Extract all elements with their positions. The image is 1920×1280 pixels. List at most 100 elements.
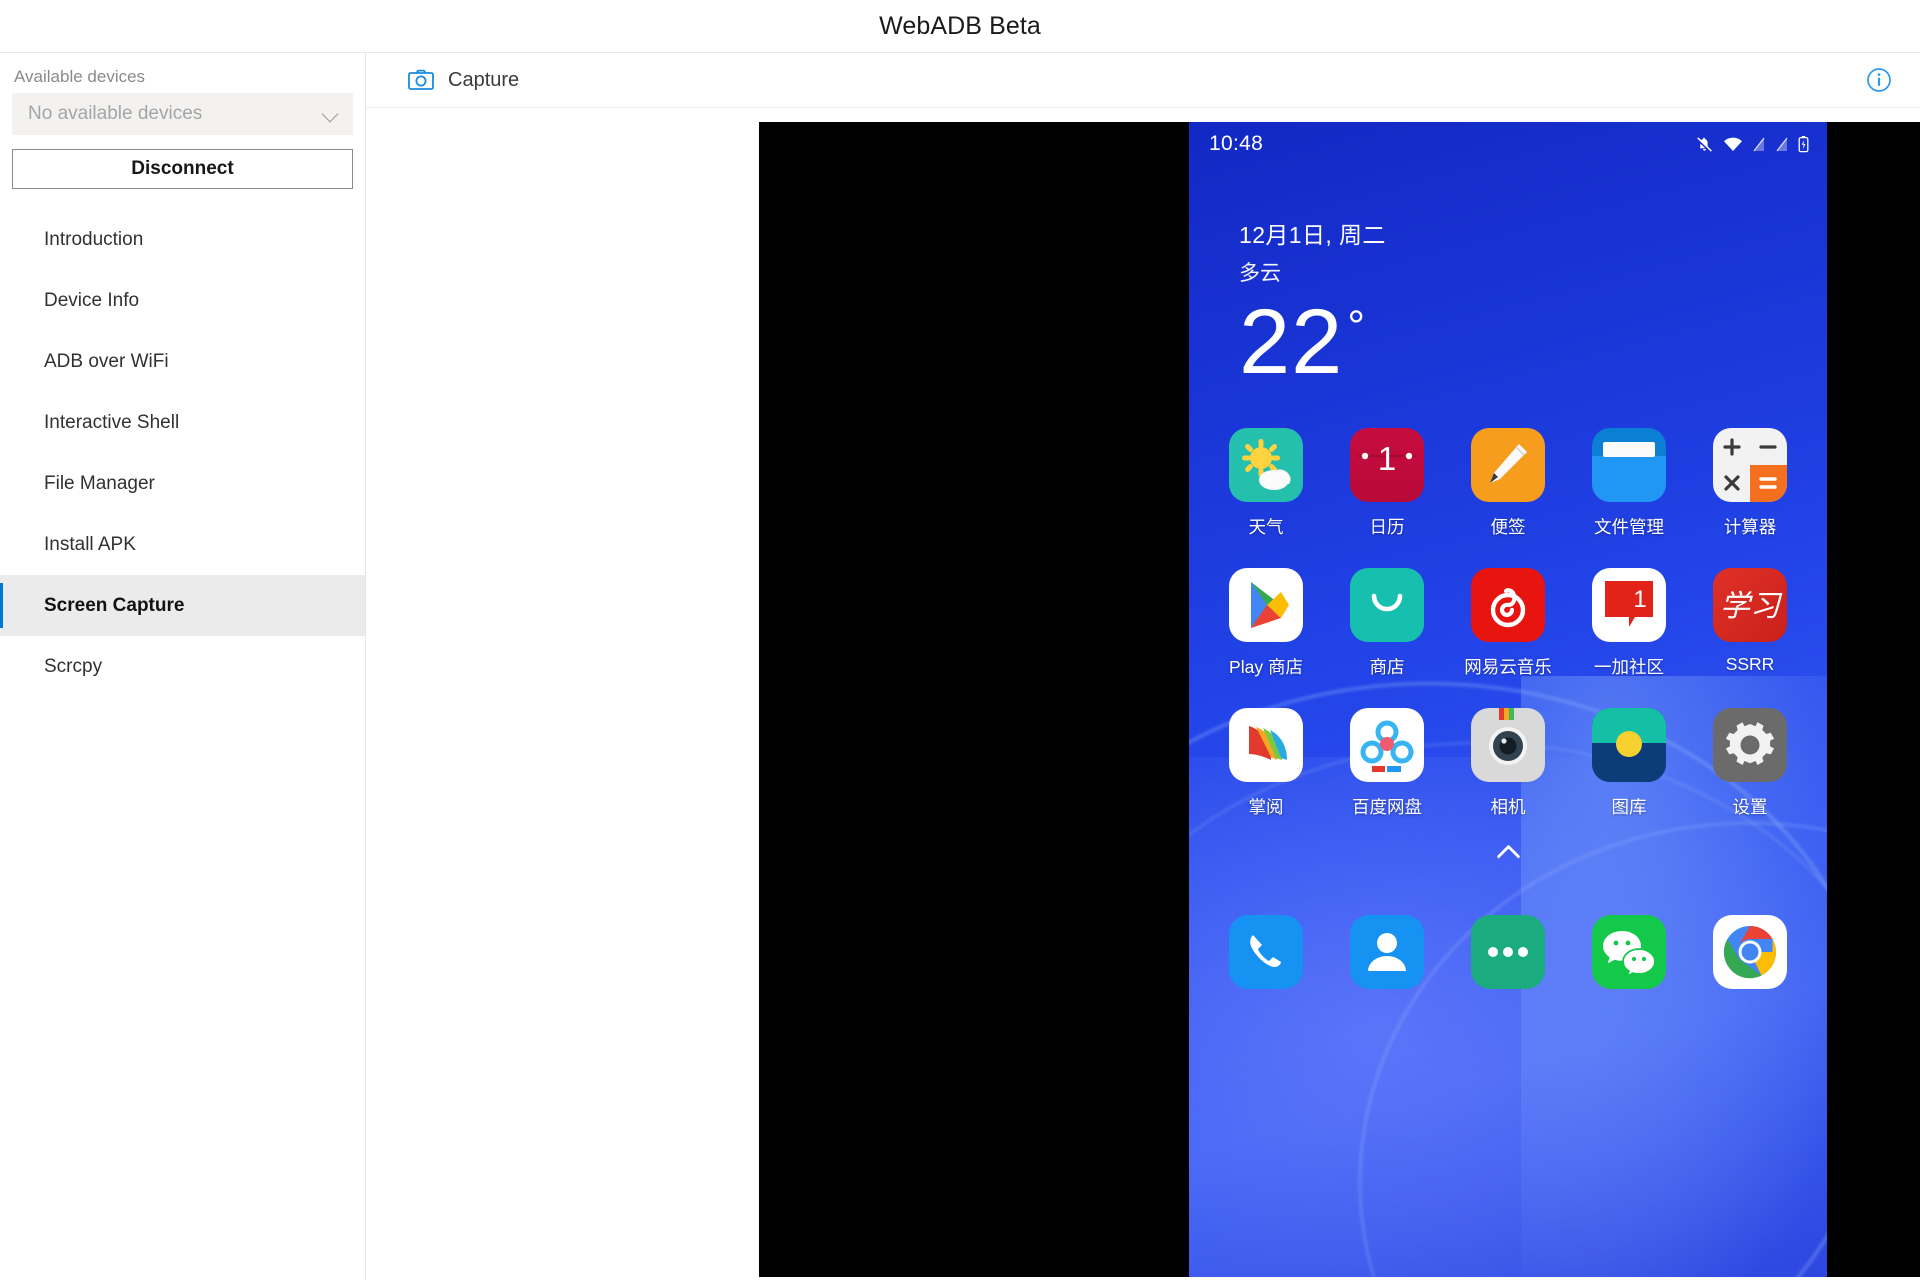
dock-phone[interactable] (1213, 915, 1319, 990)
degree-symbol: ° (1347, 302, 1366, 352)
sidebar-item-screen-capture[interactable]: Screen Capture (0, 575, 365, 636)
sidebar-item-label: Screen Capture (44, 594, 185, 616)
sidebar-item-label: Scrcpy (44, 655, 103, 677)
app-label: 图库 (1611, 797, 1647, 818)
sidebar-item-label: Install APK (44, 533, 136, 555)
app-baidu-netdisk[interactable]: 百度网盘 (1334, 708, 1440, 819)
app-label: 便签 (1490, 517, 1526, 538)
app-label: 计算器 (1723, 517, 1777, 538)
signal-2-icon (1776, 137, 1788, 151)
play-store-icon (1229, 568, 1303, 643)
sidebar-item-scrcpy[interactable]: Scrcpy (0, 636, 365, 697)
sidebar-item-adb-over-wifi[interactable]: ADB over WiFi (0, 331, 365, 392)
disconnect-button[interactable]: Disconnect (12, 149, 353, 189)
weather-app-icon (1229, 428, 1303, 503)
device-screen[interactable]: 10:48 12月1日, 周二 多云 22° 天气 1 日历 便签 文件管理 计… (1189, 122, 1827, 1277)
baidu-netdisk-icon (1350, 708, 1424, 783)
screen-preview: 10:48 12月1日, 周二 多云 22° 天气 1 日历 便签 文件管理 计… (366, 108, 1920, 1280)
app-netease-music[interactable]: 网易云音乐 (1455, 568, 1561, 679)
window-titlebar: WebADB Beta (0, 0, 1920, 53)
settings-app-icon (1713, 708, 1787, 783)
sidebar-nav: Introduction Device Info ADB over WiFi I… (0, 209, 365, 697)
app-weather[interactable]: 天气 (1213, 428, 1319, 539)
capture-toolbar: Capture (366, 53, 1920, 108)
wallpaper-swoosh (1189, 742, 1827, 1277)
sidebar-item-device-info[interactable]: Device Info (0, 270, 365, 331)
battery-icon (1798, 136, 1809, 153)
app-label: 文件管理 (1594, 517, 1664, 538)
android-status-bar: 10:48 (1189, 122, 1827, 166)
sidebar-item-label: Device Info (44, 289, 140, 311)
weather-condition: 多云 (1239, 262, 1281, 285)
app-ireader[interactable]: 掌阅 (1213, 708, 1319, 819)
device-select-value: No available devices (28, 103, 203, 124)
svg-text:1: 1 (1633, 586, 1646, 613)
app-title: WebADB Beta (879, 11, 1041, 40)
app-label: 网易云音乐 (1464, 657, 1552, 678)
sidebar-item-introduction[interactable]: Introduction (0, 209, 365, 270)
chevron-down-icon (323, 106, 339, 122)
sidebar-item-file-manager[interactable]: File Manager (0, 453, 365, 514)
sidebar-item-interactive-shell[interactable]: Interactive Shell (0, 392, 365, 453)
info-icon[interactable] (1866, 67, 1892, 93)
notes-app-icon (1471, 428, 1545, 503)
app-dock (1189, 915, 1827, 990)
app-files[interactable]: 文件管理 (1576, 428, 1682, 539)
available-devices-label: Available devices (14, 67, 146, 86)
app-calendar[interactable]: 1 日历 (1334, 428, 1440, 539)
sidebar: Available devices No available devices D… (0, 53, 366, 1280)
status-icons (1695, 135, 1809, 154)
app-play-store[interactable]: Play 商店 (1213, 568, 1319, 679)
app-gallery[interactable]: 图库 (1576, 708, 1682, 819)
app-body: Available devices No available devices D… (0, 53, 1920, 1280)
weather-date: 12月1日, 周二 (1239, 222, 1386, 248)
app-label: 百度网盘 (1352, 797, 1422, 818)
app-notes[interactable]: 便签 (1455, 428, 1561, 539)
dock-contacts[interactable] (1334, 915, 1440, 990)
app-label: Play 商店 (1229, 657, 1303, 678)
netease-music-icon (1471, 568, 1545, 643)
camera-icon (408, 69, 434, 90)
sidebar-item-label: File Manager (44, 472, 155, 494)
chevron-up-icon (1495, 844, 1521, 869)
ireader-app-icon (1229, 708, 1303, 783)
app-store[interactable]: 商店 (1334, 568, 1440, 679)
app-row: Play 商店 商店 网易云音乐 1 一加社区 学习 SSRR (1213, 568, 1803, 679)
app-label: 一加社区 (1594, 657, 1664, 678)
app-row: 天气 1 日历 便签 文件管理 计算器 (1213, 428, 1803, 539)
app-label: 天气 (1248, 517, 1284, 538)
app-settings[interactable]: 设置 (1697, 708, 1803, 819)
dock-chrome[interactable] (1697, 915, 1803, 990)
notifications-off-icon (1696, 137, 1712, 152)
temp-value: 22 (1239, 291, 1344, 393)
signal-1-icon (1753, 137, 1765, 151)
app-camera[interactable]: 相机 (1455, 708, 1561, 819)
app-label: 设置 (1732, 797, 1768, 818)
calendar-app-icon: 1 (1350, 428, 1424, 503)
app-calculator[interactable]: 计算器 (1697, 428, 1803, 539)
app-grid: 天气 1 日历 便签 文件管理 计算器 Play 商店 商店 网易云音乐 1 一… (1189, 428, 1827, 819)
app-label: 掌阅 (1248, 797, 1284, 818)
wifi-icon (1724, 137, 1742, 151)
capture-button[interactable]: Capture (408, 69, 519, 92)
gallery-app-icon (1592, 708, 1666, 783)
app-oneplus-community[interactable]: 1 一加社区 (1576, 568, 1682, 679)
chrome-dock-icon (1713, 915, 1787, 990)
dock-messages[interactable] (1455, 915, 1561, 990)
device-select[interactable]: No available devices (12, 93, 353, 135)
app-label: 商店 (1369, 657, 1405, 678)
sidebar-item-label: Interactive Shell (44, 411, 180, 433)
sidebar-item-label: ADB over WiFi (44, 350, 169, 372)
weather-widget[interactable]: 12月1日, 周二 多云 22° (1189, 166, 1827, 388)
app-row: 掌阅 百度网盘 相机 图库 设置 (1213, 708, 1803, 819)
webadb-app: WebADB Beta Available devices No availab… (0, 0, 1920, 1280)
dock-wechat[interactable] (1576, 915, 1682, 990)
sidebar-item-install-apk[interactable]: Install APK (0, 514, 365, 575)
messages-dock-icon (1471, 915, 1545, 990)
contacts-dock-icon (1350, 915, 1424, 990)
files-app-icon (1592, 428, 1666, 503)
app-ssrr[interactable]: 学习 SSRR (1697, 568, 1803, 679)
app-label: SSRR (1725, 654, 1775, 675)
app-drawer-handle[interactable] (1189, 844, 1827, 869)
phone-dock-icon (1229, 915, 1303, 990)
